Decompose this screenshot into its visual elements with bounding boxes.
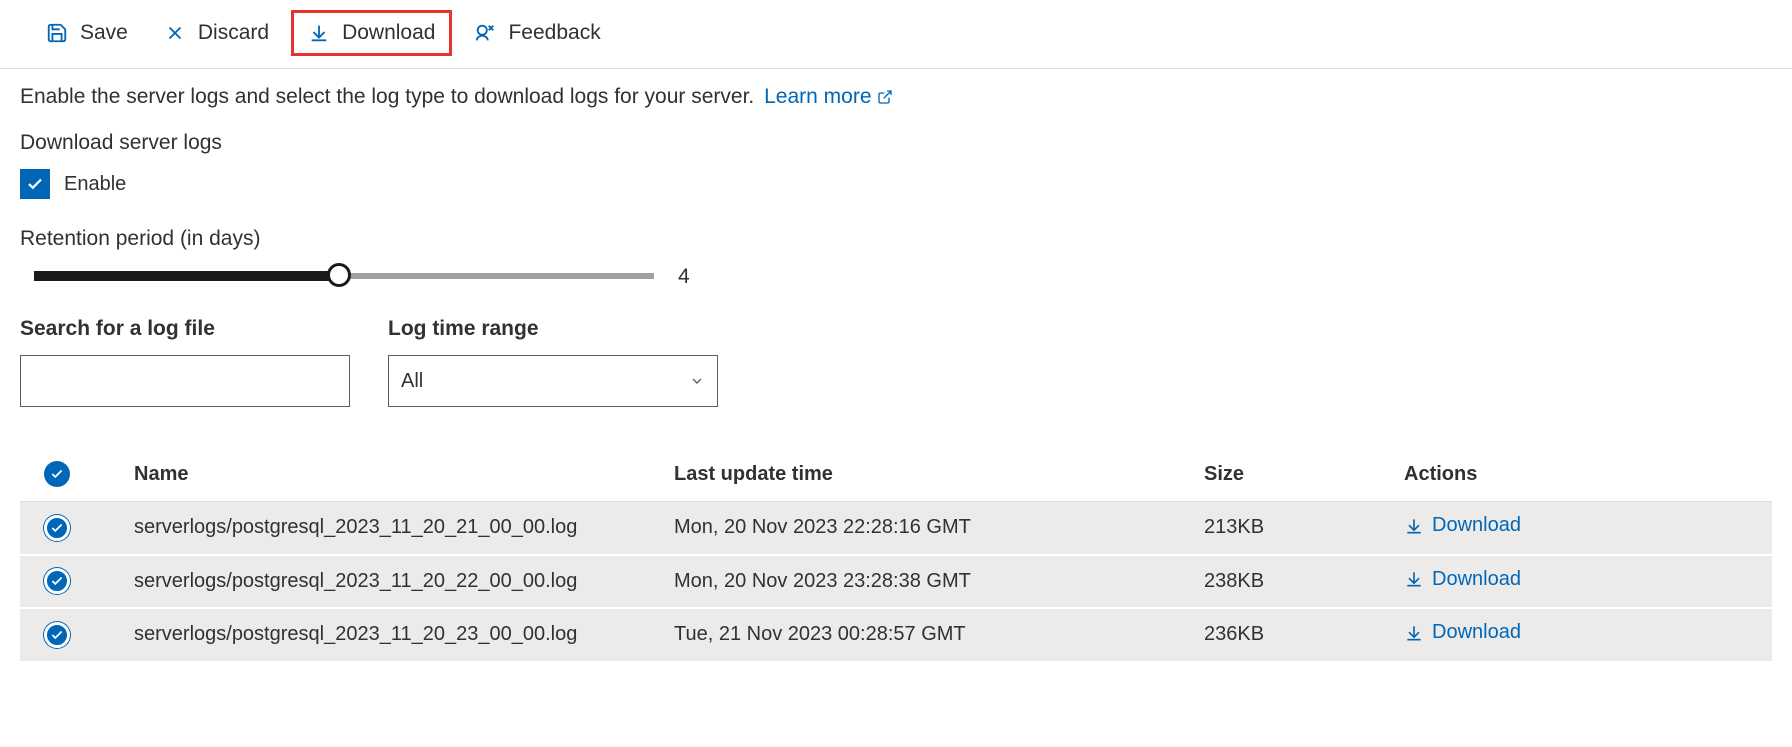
row-download-label: Download <box>1432 621 1521 644</box>
download-icon <box>308 22 330 44</box>
row-name: serverlogs/postgresql_2023_11_20_22_00_0… <box>134 570 674 593</box>
feedback-label: Feedback <box>508 21 600 45</box>
discard-button[interactable]: Discard <box>150 13 283 53</box>
check-icon <box>50 628 64 642</box>
enable-checkbox[interactable] <box>20 169 50 199</box>
timerange-label: Log time range <box>388 317 718 341</box>
row-name: serverlogs/postgresql_2023_11_20_21_00_0… <box>134 516 674 539</box>
search-label: Search for a log file <box>20 317 350 341</box>
external-link-icon <box>877 89 893 105</box>
enable-label: Enable <box>64 173 126 196</box>
download-icon <box>1404 623 1424 643</box>
download-icon <box>1404 569 1424 589</box>
enable-checkbox-row: Enable <box>20 169 1772 199</box>
check-icon <box>50 574 64 588</box>
select-all-checkbox[interactable] <box>44 461 70 487</box>
download-logs-label: Download server logs <box>20 131 1772 155</box>
timerange-value: All <box>401 370 423 393</box>
row-name: serverlogs/postgresql_2023_11_20_23_00_0… <box>134 623 674 646</box>
table-row[interactable]: serverlogs/postgresql_2023_11_20_22_00_0… <box>20 556 1772 610</box>
save-icon <box>46 22 68 44</box>
discard-label: Discard <box>198 21 269 45</box>
command-bar: Save Discard Download Feedback <box>0 0 1792 69</box>
check-icon <box>26 175 44 193</box>
learn-more-link[interactable]: Learn more <box>764 85 893 108</box>
row-download-label: Download <box>1432 514 1521 537</box>
table-row[interactable]: serverlogs/postgresql_2023_11_20_23_00_0… <box>20 609 1772 663</box>
row-download-link[interactable]: Download <box>1404 568 1521 591</box>
feedback-icon <box>474 22 496 44</box>
feedback-button[interactable]: Feedback <box>460 13 614 53</box>
row-select-checkbox[interactable] <box>44 568 70 594</box>
col-name: Name <box>134 463 674 486</box>
row-download-link[interactable]: Download <box>1404 621 1521 644</box>
search-input[interactable] <box>20 355 350 407</box>
check-icon <box>50 521 64 535</box>
row-download-label: Download <box>1432 568 1521 591</box>
row-download-link[interactable]: Download <box>1404 514 1521 537</box>
download-label: Download <box>342 21 435 45</box>
description-text: Enable the server logs and select the lo… <box>20 85 754 108</box>
col-actions: Actions <box>1404 463 1772 486</box>
download-icon <box>1404 516 1424 536</box>
row-select-checkbox[interactable] <box>44 515 70 541</box>
table-row[interactable]: serverlogs/postgresql_2023_11_20_21_00_0… <box>20 502 1772 556</box>
retention-value: 4 <box>678 265 690 289</box>
timerange-select[interactable]: All <box>388 355 718 407</box>
row-size: 213KB <box>1204 516 1404 539</box>
table-header: Name Last update time Size Actions <box>20 447 1772 502</box>
row-updated: Mon, 20 Nov 2023 22:28:16 GMT <box>674 516 1204 539</box>
log-table: Name Last update time Size Actions serve… <box>20 447 1772 663</box>
col-last-update: Last update time <box>674 463 1204 486</box>
close-icon <box>164 22 186 44</box>
download-button[interactable]: Download <box>291 10 452 56</box>
check-icon <box>50 467 64 481</box>
row-size: 238KB <box>1204 570 1404 593</box>
row-updated: Tue, 21 Nov 2023 00:28:57 GMT <box>674 623 1204 646</box>
slider-thumb[interactable] <box>327 263 351 287</box>
row-select-checkbox[interactable] <box>44 622 70 648</box>
search-filter-block: Search for a log file <box>20 317 350 407</box>
save-button[interactable]: Save <box>32 13 142 53</box>
save-label: Save <box>80 21 128 45</box>
learn-more-text: Learn more <box>764 85 871 108</box>
retention-slider-row: 4 <box>34 265 1772 289</box>
timerange-filter-block: Log time range All <box>388 317 718 407</box>
slider-fill <box>34 271 334 281</box>
row-size: 236KB <box>1204 623 1404 646</box>
retention-label: Retention period (in days) <box>20 227 1772 251</box>
retention-slider[interactable] <box>34 269 654 285</box>
row-updated: Mon, 20 Nov 2023 23:28:38 GMT <box>674 570 1204 593</box>
col-size: Size <box>1204 463 1404 486</box>
filter-row: Search for a log file Log time range All <box>20 317 1772 407</box>
content-area: Enable the server logs and select the lo… <box>0 69 1792 679</box>
chevron-down-icon <box>689 373 705 389</box>
description-line: Enable the server logs and select the lo… <box>20 85 1772 109</box>
